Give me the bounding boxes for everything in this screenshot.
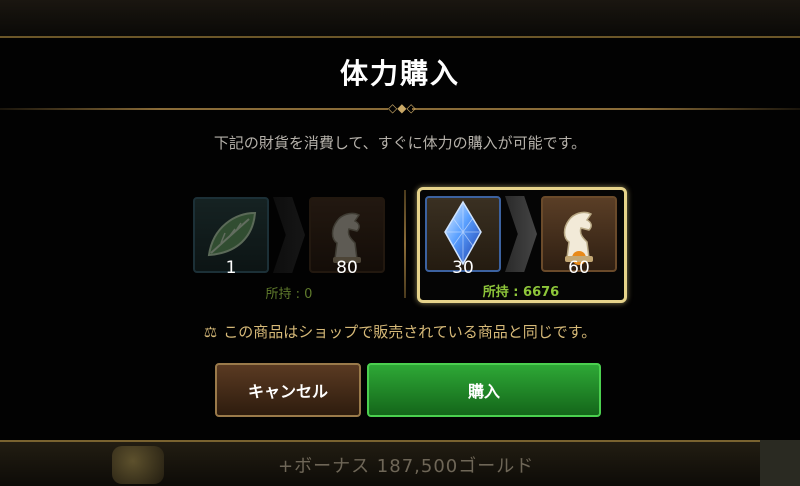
dialog-title: 体力購入 <box>339 57 460 90</box>
background-top-bar <box>0 0 800 38</box>
background-bonus-banner: +ボーナス 187,500ゴールド <box>278 456 535 477</box>
cancel-button[interactable]: キャンセル <box>215 363 361 417</box>
ornament-icon: ◇◆◇ <box>388 100 416 116</box>
option-leaf-owned: 所持 : 0 <box>265 287 313 302</box>
option-leaf-reward-qty: 80 <box>336 258 358 278</box>
option-crystal-owned: 所持 : 6676 <box>482 285 560 300</box>
scale-icon: ⚖ <box>203 323 218 341</box>
options-separator <box>404 190 406 298</box>
option-crystal-reward-qty: 60 <box>568 258 590 278</box>
dialog-description: 下記の財貨を消費して、すぐに体力の購入が可能です。 <box>213 134 587 152</box>
background-right-button <box>760 440 800 486</box>
buy-button[interactable]: 購入 <box>367 363 601 417</box>
notice-text: この商品はショップで販売されている商品と同じです。 <box>223 323 597 341</box>
option-crystal-cost-qty: 30 <box>452 258 474 278</box>
coin-stack-icon <box>112 446 164 484</box>
notice-line: ⚖ この商品はショップで販売されている商品と同じです。 <box>0 321 800 342</box>
option-leaf-cost-qty: 1 <box>225 258 237 278</box>
